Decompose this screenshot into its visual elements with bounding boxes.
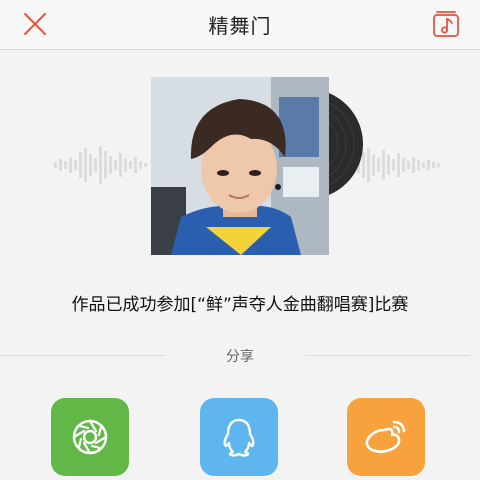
music-note-icon — [433, 11, 459, 37]
share-label: 分享 — [226, 349, 254, 365]
weibo-icon — [365, 420, 406, 453]
waveform-right-icon — [352, 148, 440, 182]
contest-entry-message: 作品已成功参加[“鲜”声夺人金曲翻唱赛]比赛 — [71, 295, 409, 315]
album-cover-photo — [151, 77, 329, 255]
page-title: 精舞门 — [208, 14, 272, 38]
music-button[interactable] — [428, 6, 464, 42]
share-weibo-button[interactable] — [347, 398, 425, 476]
header-bar: 精舞门 — [0, 0, 480, 50]
waveform-left-icon — [54, 146, 147, 184]
qq-penguin-icon — [223, 418, 255, 457]
share-qq-button[interactable] — [200, 398, 278, 476]
camera-shutter-icon — [72, 419, 108, 455]
share-moments-button[interactable] — [51, 398, 129, 476]
